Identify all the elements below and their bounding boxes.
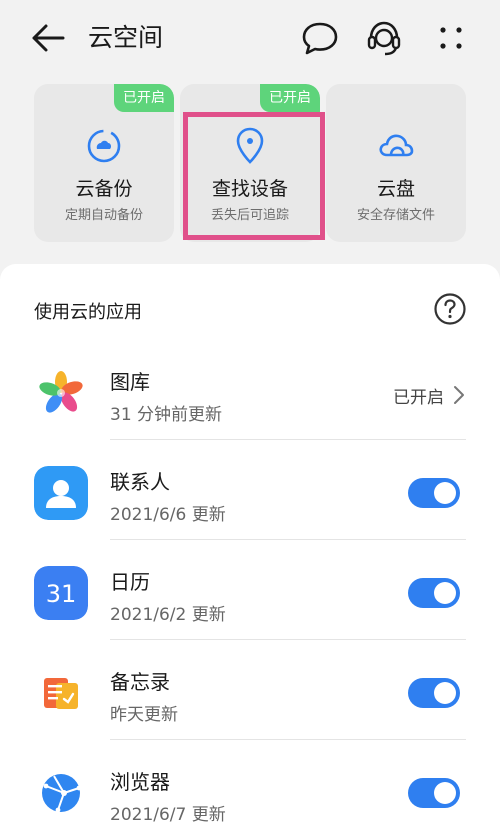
list-item-contacts[interactable]: 联系人 2021/6/6 更新 [0,440,500,540]
card-title: 云盘 [376,178,415,200]
list-item-notes[interactable]: 备忘录 昨天更新 [0,640,500,740]
status-badge: 已开启 [114,84,174,112]
card-cloud-drive[interactable]: 云盘 安全存储文件 [326,84,466,242]
more-dots-icon[interactable] [435,22,467,54]
feature-cards: 已开启 云备份 定期自动备份 已开启 查找设备 丢失后可追踪 云盘 安全存储文件 [0,84,500,264]
toggle-knob [434,582,456,604]
sync-toggle[interactable] [408,578,460,608]
app-update-time: 2021/6/6 更新 [110,505,226,525]
app-name: 备忘录 [110,670,170,694]
card-subtitle: 定期自动备份 [64,208,143,223]
gallery-app-icon [34,366,88,420]
list-item-calendar[interactable]: 31 日历 2021/6/2 更新 [0,540,500,640]
app-status: 已开启 [393,388,444,408]
list-item-browser[interactable]: 浏览器 2021/6/7 更新 [0,740,500,831]
toggle-knob [434,682,456,704]
app-name: 联系人 [110,470,170,494]
location-pin-icon [236,127,264,164]
toggle-knob [434,482,456,504]
back-arrow-icon[interactable] [30,22,66,54]
card-subtitle: 安全存储文件 [356,208,435,223]
page-title: 云空间 [88,23,164,52]
calendar-app-icon: 31 [34,566,88,620]
card-subtitle: 丢失后可追踪 [210,208,289,223]
toggle-knob [434,782,456,804]
contacts-app-icon [34,466,88,520]
chevron-right-icon [454,386,464,404]
cloud-apps-panel: 使用云的应用 图库 31 分钟前更新 已开启 联系人 2021/6/6 更新 3… [0,264,500,831]
notes-app-icon [34,666,88,720]
message-icon[interactable] [301,20,339,56]
cloud-sync-icon [87,129,121,163]
app-update-time: 2021/6/7 更新 [110,805,226,825]
calendar-icon-date: 31 [46,580,77,608]
sync-toggle[interactable] [408,678,460,708]
browser-app-icon [34,766,88,820]
section-title: 使用云的应用 [34,302,142,323]
sync-toggle[interactable] [408,478,460,508]
card-find-device[interactable]: 已开启 查找设备 丢失后可追踪 [180,84,320,242]
app-name: 图库 [110,370,150,394]
card-title: 查找设备 [211,178,288,200]
card-cloud-backup[interactable]: 已开启 云备份 定期自动备份 [34,84,174,242]
card-title: 云备份 [75,178,133,200]
app-name: 日历 [110,570,150,594]
sync-toggle[interactable] [408,778,460,808]
app-update-time: 31 分钟前更新 [110,405,223,425]
app-update-time: 2021/6/2 更新 [110,605,226,625]
status-badge: 已开启 [260,84,320,112]
cloud-drive-icon [379,134,414,157]
question-circle-icon[interactable] [433,292,467,326]
top-bar: 云空间 [0,0,500,80]
app-name: 浏览器 [110,770,170,794]
list-item-gallery[interactable]: 图库 31 分钟前更新 已开启 [0,340,500,440]
headset-support-icon[interactable] [364,18,404,58]
app-update-time: 昨天更新 [110,705,178,725]
